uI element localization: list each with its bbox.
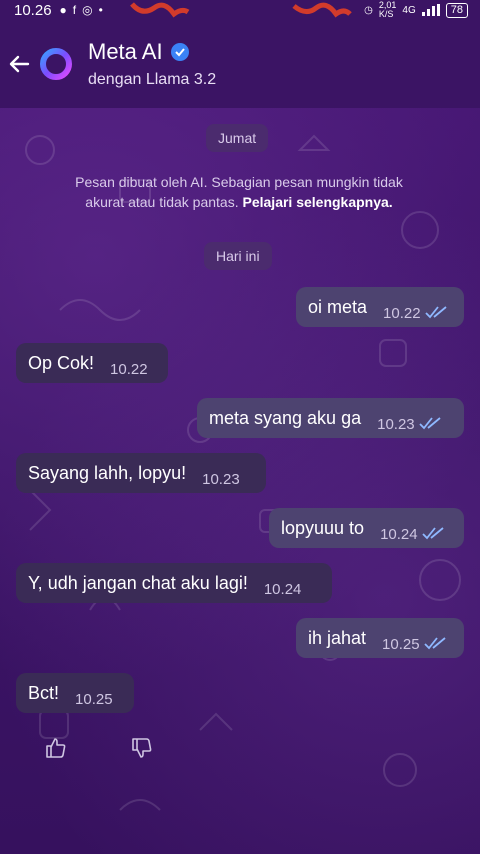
message-time: 10.22: [110, 360, 148, 378]
signal-icon: [421, 4, 440, 16]
decoration-sticker-left: [130, 2, 190, 18]
message-outgoing[interactable]: ih jahat 10.25: [296, 618, 464, 658]
message-incoming[interactable]: Op Cok! 10.22: [16, 343, 168, 383]
net-speed: 2,01 K/S: [379, 1, 397, 19]
message-time: 10.25: [75, 690, 113, 708]
read-receipt-icon: [421, 526, 446, 540]
thumbs-down-icon: [132, 738, 152, 758]
message-time: 10.24: [380, 525, 418, 543]
message-time: 10.22: [383, 304, 421, 322]
message-text: meta syang aku ga: [209, 407, 362, 428]
message-outgoing[interactable]: meta syang aku ga 10.23: [197, 398, 464, 438]
battery-level: 78: [445, 2, 468, 18]
message-time: 10.23: [202, 470, 240, 488]
read-receipt-icon: [419, 416, 443, 430]
thumbs-up-icon: [46, 738, 66, 758]
chat-header: Meta AI dengan Llama 3.2: [0, 20, 480, 108]
message-text: ih jahat: [308, 627, 367, 648]
facebook-notification-icon: f: [72, 3, 77, 17]
message-text: oi meta: [308, 296, 368, 317]
message-incoming[interactable]: Y, udh jangan chat aku lagi! 10.24: [16, 563, 332, 603]
message-text: Y, udh jangan chat aku lagi!: [28, 572, 248, 593]
header-title-row: Meta AI: [88, 39, 216, 65]
thumbs-up-button[interactable]: [44, 736, 68, 760]
date-chip-today: Hari ini: [204, 242, 272, 270]
more-notifications-icon: •: [98, 3, 103, 17]
learn-more-link[interactable]: Pelajari selengkapnya.: [243, 194, 393, 210]
header-text[interactable]: Meta AI dengan Llama 3.2: [88, 39, 216, 89]
message-text: lopyuuu to: [281, 517, 365, 538]
chat-notification-icon: ●: [59, 3, 67, 17]
read-receipt-icon: [423, 636, 448, 650]
instagram-notification-icon: ◎: [82, 3, 93, 17]
contact-name: Meta AI: [88, 39, 163, 64]
contact-subtitle: dengan Llama 3.2: [88, 71, 217, 88]
status-time: 10.26: [14, 1, 52, 19]
meta-ai-ring-icon: [40, 48, 72, 80]
net-speed-unit: K/S: [378, 9, 394, 19]
message-text: Op Cok!: [28, 352, 95, 373]
meta-ai-avatar[interactable]: [38, 46, 74, 82]
message-outgoing[interactable]: lopyuuu to 10.24: [269, 508, 464, 548]
message-incoming[interactable]: Sayang lahh, lopyu! 10.23: [16, 453, 266, 493]
read-receipt-icon: [424, 305, 449, 319]
alarm-icon: ◷: [364, 4, 373, 16]
thumbs-down-button[interactable]: [130, 736, 154, 760]
message-time: 10.25: [382, 635, 420, 653]
message-text: Sayang lahh, lopyu!: [28, 462, 187, 483]
network-type: 4G: [402, 4, 416, 16]
status-bar: 10.26 ● f ◎ • ◷ 2,01 K/S 4G 78: [0, 0, 480, 20]
arrow-left-icon: [9, 55, 30, 73]
back-button[interactable]: [4, 49, 34, 79]
message-incoming[interactable]: Bct! 10.25: [16, 673, 134, 713]
message-time: 10.23: [377, 415, 415, 433]
message-text: Bct!: [28, 682, 60, 703]
date-chip: Jumat: [206, 124, 269, 152]
status-right: ◷ 2,01 K/S 4G 78: [364, 1, 468, 19]
message-time: 10.24: [263, 580, 302, 598]
decoration-sticker-right: [292, 2, 352, 18]
verified-badge-icon: [170, 43, 189, 61]
ai-disclaimer: Pesan dibuat oleh AI. Sebagian pesan mun…: [56, 172, 422, 212]
notification-icons: ● f ◎ •: [60, 3, 103, 17]
message-outgoing[interactable]: oi meta 10.22: [296, 287, 464, 327]
